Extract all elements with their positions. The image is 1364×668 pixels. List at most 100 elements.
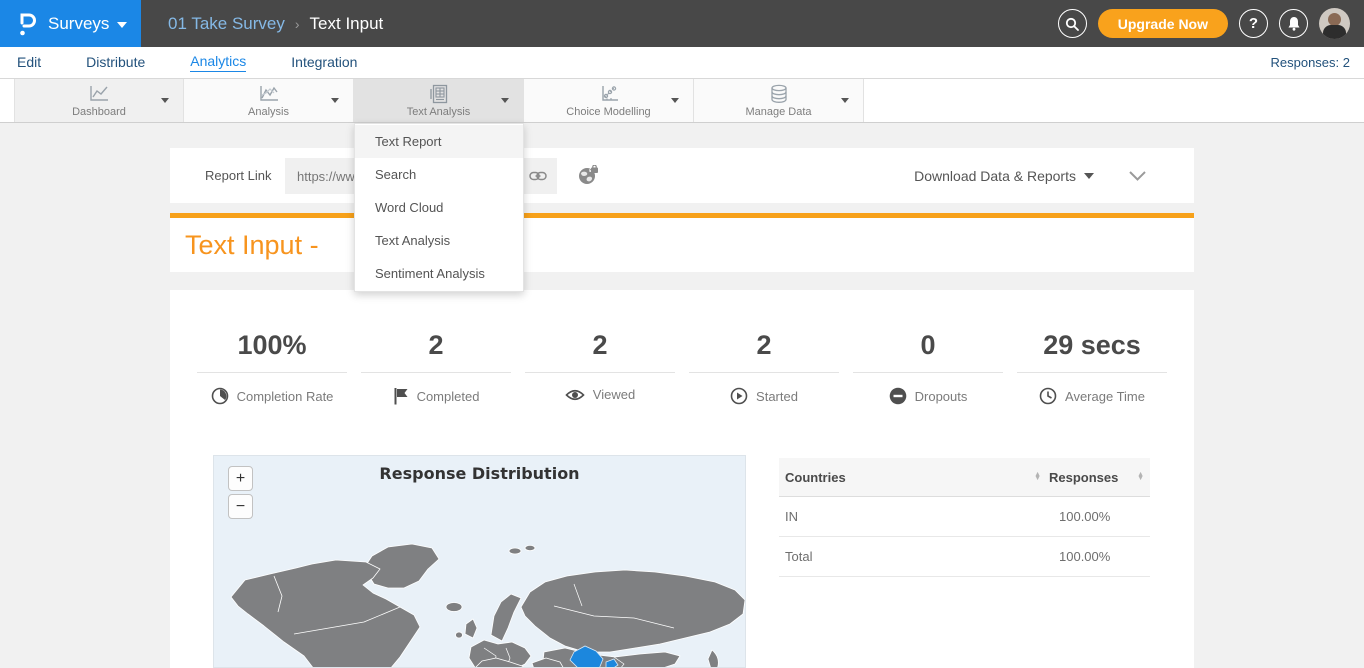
stats-row: 100% Completion Rate 2 <box>190 290 1174 405</box>
menu-item-text-report[interactable]: Text Report <box>355 125 523 158</box>
completion-pie-icon <box>211 387 229 405</box>
download-label: Download Data & Reports <box>914 168 1076 184</box>
zoom-out-button[interactable]: − <box>228 494 253 519</box>
tab-label: Dashboard <box>72 106 126 118</box>
menu-item-search[interactable]: Search <box>355 158 523 191</box>
divider <box>689 372 839 373</box>
questionpro-logo-icon <box>18 11 38 37</box>
divider <box>525 372 675 373</box>
stat-completion-rate: 100% Completion Rate <box>190 290 354 405</box>
scatter-chart-icon <box>597 84 621 104</box>
minus-circle-icon <box>889 387 907 405</box>
divider <box>361 372 511 373</box>
database-icon <box>769 84 789 104</box>
nav-item-integration[interactable]: Integration <box>291 54 357 72</box>
stat-label: Viewed <box>593 387 635 402</box>
nav-item-distribute[interactable]: Distribute <box>86 54 145 72</box>
collapse-section-chevron[interactable] <box>1129 168 1146 186</box>
countries-table-header: Countries ▲▼ Responses ▲▼ <box>779 458 1150 497</box>
table-row: IN 100.00% <box>779 497 1150 537</box>
stat-label: Completion Rate <box>237 389 334 404</box>
analytics-toolbar: Dashboard Analysis Text Analysis <box>0 78 1364 123</box>
tab-text-analysis[interactable]: Text Analysis <box>354 79 524 122</box>
document-table-icon <box>429 84 449 104</box>
divider <box>1017 372 1167 373</box>
search-button[interactable] <box>1058 9 1087 38</box>
map-zoom-controls: + − <box>228 466 253 519</box>
menu-item-word-cloud[interactable]: Word Cloud <box>355 191 523 224</box>
chevron-down-icon <box>161 98 169 103</box>
line-chart-icon <box>87 84 111 104</box>
stat-value: 2 <box>682 330 846 360</box>
multi-line-chart-icon <box>257 84 281 104</box>
text-analysis-dropdown-menu: Text Report Search Word Cloud Text Analy… <box>354 123 524 292</box>
countries-table: Countries ▲▼ Responses ▲▼ IN 100.00% Tot… <box>779 458 1150 577</box>
tab-choice-modelling[interactable]: Choice Modelling <box>524 79 694 122</box>
chevron-down-icon <box>1084 173 1094 179</box>
clock-icon <box>1039 387 1057 405</box>
tab-label: Manage Data <box>745 106 811 118</box>
divider <box>197 372 347 373</box>
stat-label: Average Time <box>1065 389 1145 404</box>
country-cell: Total <box>785 549 1049 564</box>
breadcrumb-current-page: Text Input <box>310 14 384 34</box>
stat-label: Completed <box>417 389 480 404</box>
product-name: Surveys <box>48 14 109 34</box>
top-actions: Upgrade Now ? <box>1058 0 1350 47</box>
upgrade-now-button[interactable]: Upgrade Now <box>1098 9 1228 38</box>
stat-value: 29 secs <box>1010 330 1174 360</box>
chain-link-icon[interactable] <box>525 171 551 181</box>
flag-icon <box>393 387 409 405</box>
chevron-down-icon <box>501 98 509 103</box>
download-data-reports-dropdown[interactable]: Download Data & Reports <box>914 168 1094 184</box>
app-root: Surveys 01 Take Survey › Text Input Upgr… <box>0 0 1364 668</box>
report-link-label: Report Link <box>205 168 271 183</box>
world-map[interactable] <box>214 456 746 668</box>
tab-analysis[interactable]: Analysis <box>184 79 354 122</box>
breadcrumb-survey-link[interactable]: 01 Take Survey <box>168 14 285 34</box>
sort-icon: ▲▼ <box>1137 473 1144 481</box>
responses-cell: 100.00% <box>1049 549 1144 564</box>
globe-lock-icon[interactable] <box>577 165 599 190</box>
chevron-down-icon <box>841 98 849 103</box>
stat-label: Started <box>756 389 798 404</box>
avatar-body <box>1323 25 1346 39</box>
play-circle-icon <box>730 387 748 405</box>
tab-label: Choice Modelling <box>566 106 650 118</box>
stat-completed: 2 Completed <box>354 290 518 405</box>
responses-cell: 100.00% <box>1049 509 1144 524</box>
eye-icon <box>565 388 585 402</box>
chevron-down-icon <box>331 98 339 103</box>
help-button[interactable]: ? <box>1239 9 1268 38</box>
report-link-bar: Report Link Download Data & R <box>170 148 1194 203</box>
product-switcher[interactable]: Surveys <box>0 0 141 47</box>
stat-viewed: 2 Viewed <box>518 290 682 405</box>
response-distribution-map[interactable]: Response Distribution + − <box>213 455 746 668</box>
question-title: Text Input - <box>170 230 319 261</box>
tab-manage-data[interactable]: Manage Data <box>694 79 864 122</box>
menu-item-sentiment-analysis[interactable]: Sentiment Analysis <box>355 257 523 290</box>
user-avatar[interactable] <box>1319 8 1350 39</box>
question-mark-icon: ? <box>1249 15 1258 32</box>
nav-item-edit[interactable]: Edit <box>17 54 41 72</box>
stat-label: Dropouts <box>915 389 968 404</box>
stat-average-time: 29 secs Average Time <box>1010 290 1174 405</box>
nav-item-analytics[interactable]: Analytics <box>190 53 246 72</box>
question-title-panel: Text Input - <box>170 218 1194 272</box>
country-cell: IN <box>785 509 1049 524</box>
stat-started: 2 Started <box>682 290 846 405</box>
stat-value: 100% <box>190 330 354 360</box>
responses-count: Responses: 2 <box>1271 55 1351 70</box>
stat-value: 2 <box>518 330 682 360</box>
map-title: Response Distribution <box>214 464 745 483</box>
column-header-countries[interactable]: Countries ▲▼ <box>785 470 1049 485</box>
zoom-in-button[interactable]: + <box>228 466 253 491</box>
breadcrumb: 01 Take Survey › Text Input <box>168 0 383 47</box>
menu-item-text-analysis[interactable]: Text Analysis <box>355 224 523 257</box>
tab-dashboard[interactable]: Dashboard <box>14 79 184 122</box>
column-header-responses[interactable]: Responses ▲▼ <box>1049 470 1144 485</box>
search-icon <box>1065 17 1079 31</box>
tab-label: Text Analysis <box>407 106 471 118</box>
bell-icon <box>1287 16 1301 31</box>
notifications-button[interactable] <box>1279 9 1308 38</box>
